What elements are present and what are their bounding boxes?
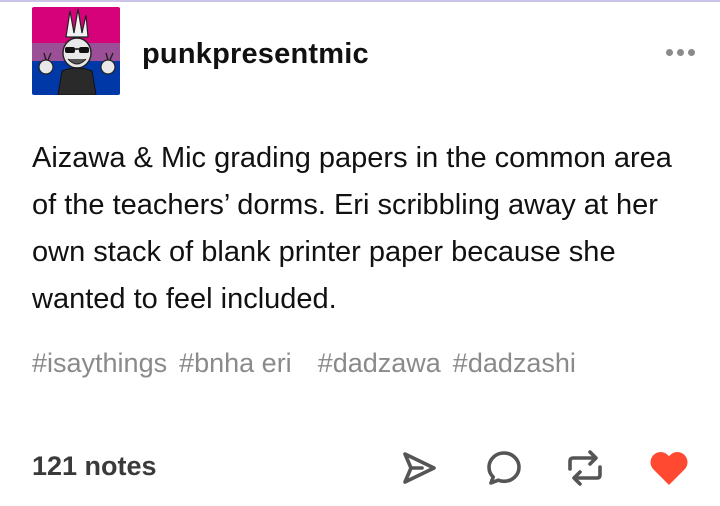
more-horizontal-icon [676, 48, 684, 56]
tag[interactable]: #isaythings [32, 342, 167, 384]
tag[interactable]: #dadzashi [453, 342, 576, 384]
reply-icon [487, 451, 521, 485]
notes-count[interactable]: 121 notes [32, 451, 157, 482]
post-body: Aizawa & Mic grading papers in the commo… [32, 142, 672, 315]
post-actions [395, 446, 705, 490]
heart-icon [650, 452, 688, 485]
share-icon [403, 452, 436, 484]
reblog-icon [568, 450, 602, 486]
avatar-image [32, 7, 120, 95]
post-card: punkpresentmic Aizawa & Mic grading pape… [0, 0, 720, 506]
share-button[interactable] [397, 446, 441, 490]
tag-list: #isaythings #bnha eri #dadzawa #dadzashi [32, 342, 592, 384]
reblog-button[interactable] [563, 446, 607, 490]
like-button[interactable] [647, 446, 691, 490]
reply-button[interactable] [482, 446, 526, 490]
username[interactable]: punkpresentmic [142, 38, 369, 71]
more-horizontal-icon [665, 48, 673, 56]
tag[interactable]: #bnha eri [179, 342, 292, 384]
avatar[interactable] [32, 7, 120, 95]
more-options-button[interactable] [658, 40, 702, 64]
more-horizontal-icon [687, 48, 695, 56]
tag[interactable]: #dadzawa [318, 342, 441, 384]
